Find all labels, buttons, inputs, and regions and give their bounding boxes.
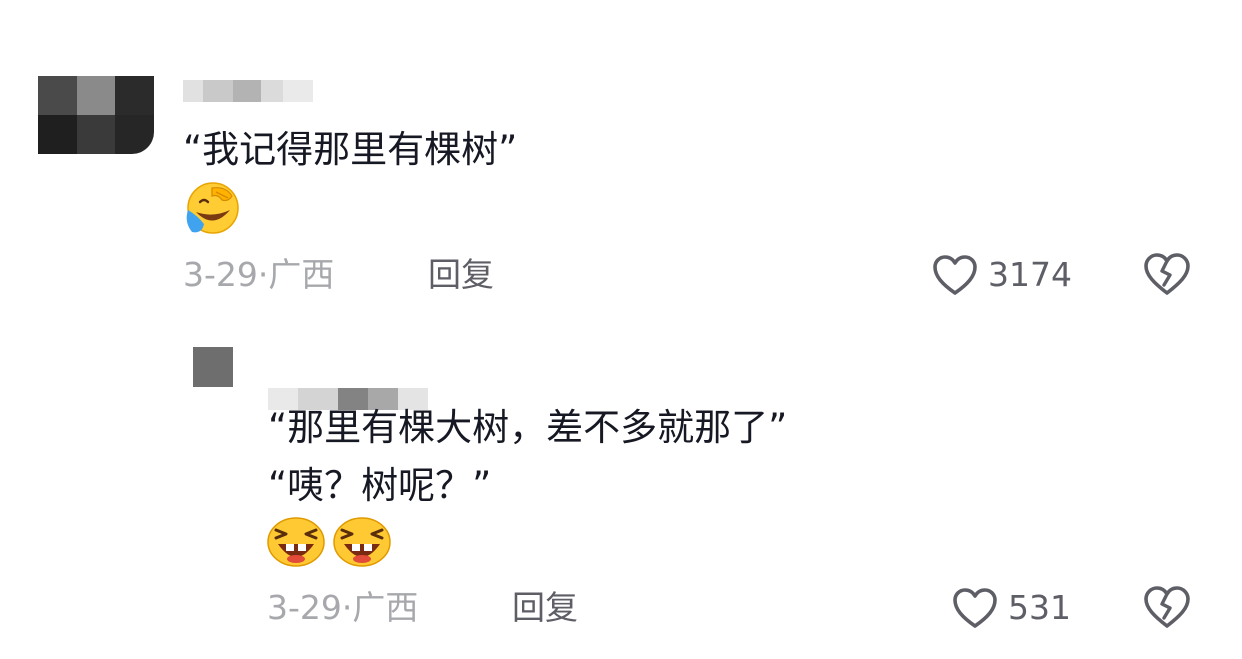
reply-meta: 3-29·广西 <box>267 588 418 628</box>
facepalm-crying-laugh-icon <box>182 180 244 236</box>
reply-location: 广西 <box>352 588 419 627</box>
heart-icon <box>953 588 997 628</box>
dislike-button[interactable] <box>1143 585 1191 629</box>
comment-date: 3-29 <box>183 255 258 294</box>
broken-heart-icon <box>1144 253 1190 295</box>
reply-text-line1: “那里有棵大树，差不多就那了” <box>268 406 788 449</box>
comment-text: “我记得那里有棵树” <box>183 128 518 171</box>
heart-icon <box>933 255 977 295</box>
grinning-laugh-icon <box>266 514 326 568</box>
reply-date: 3-29 <box>267 588 342 627</box>
reply-text-line2: “咦？树呢？” <box>268 464 492 507</box>
username-blurred[interactable] <box>183 80 333 102</box>
reply-button[interactable]: 回复 <box>512 588 578 628</box>
reply-avatar[interactable] <box>193 347 233 387</box>
comment-location: 广西 <box>268 255 335 294</box>
grinning-laugh-icon <box>332 514 392 568</box>
reply-button[interactable]: 回复 <box>428 255 494 295</box>
avatar[interactable] <box>38 76 154 154</box>
comment-meta: 3-29·广西 <box>183 255 334 295</box>
like-button[interactable] <box>932 254 978 296</box>
like-button[interactable] <box>952 587 998 629</box>
dislike-button[interactable] <box>1143 252 1191 296</box>
broken-heart-icon <box>1144 586 1190 628</box>
meta-separator: · <box>257 255 269 294</box>
meta-separator: · <box>341 588 353 627</box>
like-count: 3174 <box>988 255 1072 294</box>
like-count: 531 <box>1008 588 1071 627</box>
